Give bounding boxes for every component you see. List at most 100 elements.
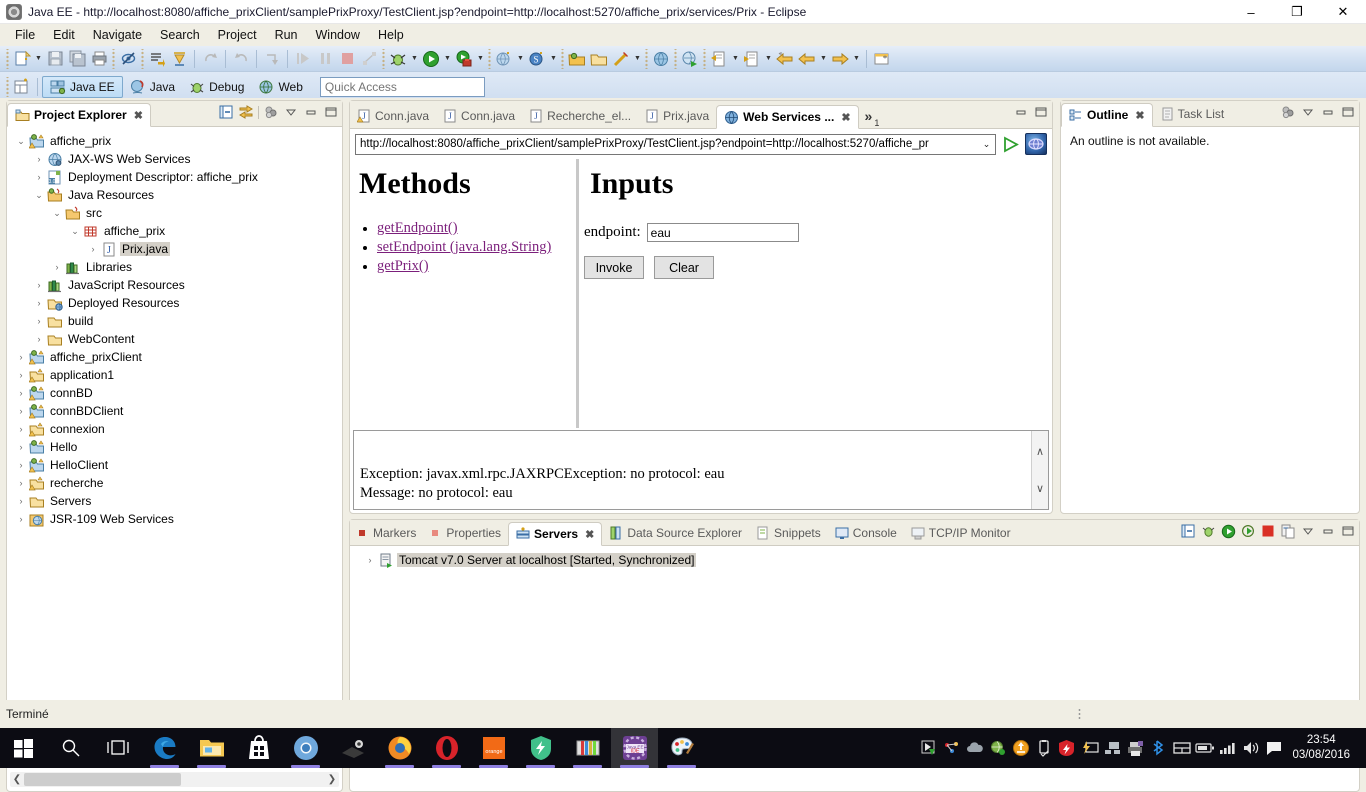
web-service-test-icon[interactable]: [679, 48, 701, 70]
scroll-down-icon[interactable]: ∨: [1036, 482, 1044, 495]
chevron-down-icon[interactable]: ⌄: [978, 139, 995, 150]
result-scrollbar[interactable]: ∧ ∨: [1031, 431, 1048, 509]
tray-printer-icon[interactable]: [1125, 736, 1146, 760]
undo-icon[interactable]: [199, 48, 221, 70]
expand-arrow-icon[interactable]: ›: [14, 442, 28, 452]
taskbar-file-explorer[interactable]: [188, 728, 235, 768]
back-icon[interactable]: [796, 48, 818, 70]
menu-item-project[interactable]: Project: [209, 26, 266, 44]
tray-flash-update-icon[interactable]: [1010, 736, 1031, 760]
tab-tcpip-monitor[interactable]: TCP/IP Monitor: [904, 521, 1018, 545]
redo-icon[interactable]: [230, 48, 252, 70]
tab-data-source-explorer[interactable]: Data Source Explorer: [602, 521, 749, 545]
back-dropdown-icon[interactable]: ▼: [818, 48, 829, 70]
maximize-view-icon[interactable]: [1340, 523, 1356, 539]
tray-usb-icon[interactable]: [1033, 736, 1054, 760]
close-icon[interactable]: ✖: [134, 109, 143, 122]
new-web-service-icon[interactable]: [493, 48, 515, 70]
expand-arrow-icon[interactable]: ›: [32, 154, 46, 164]
minimize-view-icon[interactable]: [1320, 104, 1336, 120]
previous-annotation-dropdown-icon[interactable]: ▼: [763, 48, 774, 70]
perspective-java[interactable]: Java: [123, 76, 182, 98]
collapse-arrow-icon[interactable]: ⌄: [68, 226, 82, 237]
taskbar-microsoft-store[interactable]: [235, 728, 282, 768]
taskbar-edge[interactable]: [141, 728, 188, 768]
tray-notifications-icon[interactable]: [1263, 736, 1284, 760]
open-resource-icon[interactable]: [588, 48, 610, 70]
resume-icon[interactable]: [292, 48, 314, 70]
tray-action-center-icon[interactable]: [1171, 736, 1192, 760]
tree-item-prix-java[interactable]: › J Prix.java: [8, 240, 341, 258]
perspective-debug[interactable]: Debug: [182, 76, 251, 98]
tray-bluetooth-icon[interactable]: [1148, 736, 1169, 760]
tray-network-monitor-icon[interactable]: [941, 736, 962, 760]
publish-server-icon[interactable]: [1280, 523, 1296, 539]
menu-item-search[interactable]: Search: [151, 26, 209, 44]
tray-wifi-signal-icon[interactable]: [1217, 736, 1238, 760]
open-perspective-icon[interactable]: [11, 76, 33, 98]
project-tree[interactable]: ⌄ affiche_prix › JAX-WS Web Services › 3.0 Dep…: [8, 128, 341, 769]
taskbar-driver-tool[interactable]: [329, 728, 376, 768]
minimize-view-icon[interactable]: [303, 104, 319, 120]
menu-item-navigate[interactable]: Navigate: [84, 26, 151, 44]
expand-arrow-icon[interactable]: ›: [32, 334, 46, 344]
expand-arrow-icon[interactable]: ›: [14, 514, 28, 524]
tab-snippets[interactable]: Snippets: [749, 521, 828, 545]
close-icon[interactable]: ✖: [585, 528, 594, 541]
expand-arrow-icon[interactable]: ›: [14, 478, 28, 488]
tree-item-connexion[interactable]: › connexion: [8, 420, 341, 438]
url-combobox[interactable]: http://localhost:8080/affiche_prixClient…: [355, 133, 996, 155]
debug-server-icon[interactable]: [1200, 523, 1216, 539]
next-annotation-nav-icon[interactable]: [708, 48, 730, 70]
next-annotation-dropdown-icon[interactable]: ▼: [730, 48, 741, 70]
tab-conn-java-1[interactable]: J Conn.java: [350, 104, 436, 128]
stop-server-icon[interactable]: [1260, 523, 1276, 539]
tree-item-jax-ws-web-services[interactable]: › JAX-WS Web Services: [8, 150, 341, 168]
tab-markers[interactable]: Markers: [350, 521, 423, 545]
profile-server-icon[interactable]: [1240, 523, 1256, 539]
tree-item-connbd[interactable]: › connBD: [8, 384, 341, 402]
last-edit-location-icon[interactable]: [146, 48, 168, 70]
tree-item-affiche-prix[interactable]: ⌄ affiche_prix: [8, 132, 341, 150]
maximize-view-icon[interactable]: [323, 104, 339, 120]
link-with-editor-icon[interactable]: [238, 104, 254, 120]
disconnect-icon[interactable]: [358, 48, 380, 70]
tree-item-libraries[interactable]: › Libraries: [8, 258, 341, 276]
menu-item-edit[interactable]: Edit: [44, 26, 84, 44]
tab-properties[interactable]: Properties: [423, 521, 508, 545]
expand-arrow-icon[interactable]: ›: [86, 244, 100, 254]
quick-fix-icon[interactable]: [610, 48, 632, 70]
close-icon[interactable]: ✖: [841, 111, 850, 124]
menu-item-run[interactable]: Run: [266, 26, 307, 44]
taskbar-winrar[interactable]: [564, 728, 611, 768]
open-in-external-browser-icon[interactable]: [1025, 133, 1047, 155]
hscroll-thumb[interactable]: [24, 773, 181, 786]
tree-item-helloclient[interactable]: › HelloClient: [8, 456, 341, 474]
view-menu-icon[interactable]: [1280, 104, 1296, 120]
debug-dropdown-icon[interactable]: ▼: [409, 48, 420, 70]
next-annotation-icon[interactable]: [168, 48, 190, 70]
expand-arrow-icon[interactable]: ›: [32, 172, 46, 182]
back-history-icon[interactable]: [774, 48, 796, 70]
tray-show-hidden-icon[interactable]: [918, 736, 939, 760]
tree-item-recherche[interactable]: › recherche: [8, 474, 341, 492]
tree-item-java-resources[interactable]: ⌄ Java Resources: [8, 186, 341, 204]
suspend-icon[interactable]: [314, 48, 336, 70]
forward-icon[interactable]: [829, 48, 851, 70]
pin-editor-icon[interactable]: [871, 48, 893, 70]
scroll-right-icon[interactable]: ❯: [325, 774, 339, 785]
terminate-icon[interactable]: [336, 48, 358, 70]
endpoint-input[interactable]: [646, 223, 799, 242]
tab-outline[interactable]: Outline ✖: [1061, 103, 1153, 127]
expand-arrow-icon[interactable]: ›: [14, 424, 28, 434]
tray-security-shield-icon[interactable]: [1056, 736, 1077, 760]
minimize-button[interactable]: –: [1228, 0, 1274, 24]
new-server-dropdown-icon[interactable]: ▼: [548, 48, 559, 70]
method-link-getendpoint[interactable]: getEndpoint(): [377, 220, 458, 236]
forward-dropdown-icon[interactable]: ▼: [851, 48, 862, 70]
maximize-view-icon[interactable]: [1340, 104, 1356, 120]
tree-item-jsr-109-web-services[interactable]: › JSR-109 Web Services: [8, 510, 341, 528]
taskbar-paint[interactable]: [658, 728, 705, 768]
tray-volume-icon[interactable]: [1240, 736, 1261, 760]
view-menu-chevron-icon[interactable]: [1300, 523, 1316, 539]
